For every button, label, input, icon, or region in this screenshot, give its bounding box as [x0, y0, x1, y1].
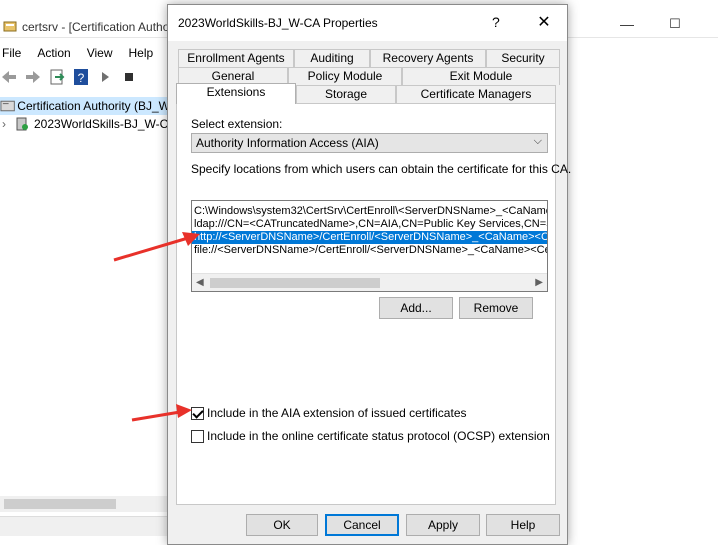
tab-certificate-managers[interactable]: Certificate Managers	[396, 85, 556, 103]
mmc-title: certsrv - [Certification Authority	[22, 20, 186, 34]
chevron-right-icon[interactable]: ›	[2, 117, 14, 131]
annotation-arrow-aia-checkbox	[131, 404, 192, 422]
stop-service-icon[interactable]	[120, 68, 138, 86]
forward-icon[interactable]	[24, 68, 42, 86]
select-extension-label: Select extension:	[191, 117, 283, 131]
aia-checkbox-row[interactable]: Include in the AIA extension of issued c…	[191, 406, 467, 420]
svg-text:?: ?	[78, 71, 85, 85]
close-icon[interactable]: ✕	[534, 12, 554, 32]
tree-horizontal-scrollbar[interactable]	[0, 496, 168, 512]
extensions-panel: Select extension: Authority Information …	[176, 103, 571, 505]
help-icon[interactable]: ?	[492, 14, 500, 30]
menu-help[interactable]: Help	[127, 44, 162, 64]
ocsp-checkbox-label: Include in the online certificate status…	[207, 429, 550, 443]
cancel-button[interactable]: Cancel	[325, 514, 399, 536]
ca-server-icon	[16, 117, 28, 131]
tree-item-ca[interactable]: › 2023WorldSkills-BJ_W-CA	[0, 115, 176, 133]
certsrv-app-icon	[3, 21, 17, 32]
tab-exit-module[interactable]: Exit Module	[402, 67, 560, 85]
ok-button[interactable]: OK	[246, 514, 318, 536]
minimize-icon[interactable]: —	[618, 16, 636, 32]
scrollbar-thumb[interactable]	[210, 278, 380, 288]
scroll-right-icon[interactable]: ▶	[535, 277, 543, 288]
maximize-icon[interactable]: ☐	[666, 16, 684, 32]
help-icon[interactable]: ?	[72, 68, 90, 86]
scrollbar-thumb[interactable]	[4, 499, 116, 509]
chevron-down-icon[interactable]: ⌵	[534, 135, 542, 148]
scroll-left-icon[interactable]: ◀	[196, 277, 204, 288]
back-icon[interactable]	[0, 68, 18, 86]
list-horizontal-scrollbar[interactable]: ◀ ▶	[192, 273, 547, 291]
locations-list[interactable]: C:\Windows\system32\CertSrv\CertEnroll\<…	[191, 200, 548, 292]
tab-auditing[interactable]: Auditing	[294, 49, 370, 67]
start-service-icon[interactable]	[96, 68, 114, 86]
tab-enrollment-agents[interactable]: Enrollment Agents	[178, 49, 294, 67]
dialog-title-bar: 2023WorldSkills-BJ_W-CA Properties ? ✕	[168, 5, 567, 41]
help-button[interactable]: Help	[486, 514, 560, 536]
tree-item-ca-root[interactable]: Certification Authority (BJ_W	[0, 97, 170, 115]
list-item[interactable]: ldap:///CN=<CATruncatedName>,CN=AIA,CN=P…	[192, 218, 547, 231]
menu-action[interactable]: Action	[35, 44, 78, 64]
annotation-arrow-location	[113, 232, 200, 262]
aia-checkbox-label: Include in the AIA extension of issued c…	[207, 406, 467, 420]
tab-storage[interactable]: Storage	[296, 85, 396, 103]
extension-description: Specify locations from which users can o…	[191, 162, 572, 176]
list-item[interactable]: file://<ServerDNSName>/CertEnroll/<Serve…	[192, 244, 547, 257]
list-item[interactable]: C:\Windows\system32\CertSrv\CertEnroll\<…	[192, 205, 547, 218]
remove-button[interactable]: Remove	[459, 297, 533, 319]
extension-select[interactable]: Authority Information Access (AIA) ⌵	[191, 133, 548, 153]
tab-policy-module[interactable]: Policy Module	[288, 67, 402, 85]
tab-security[interactable]: Security	[486, 49, 560, 67]
mmc-menu-bar: File Action View Help	[0, 44, 167, 64]
status-bar	[0, 516, 168, 536]
menu-view[interactable]: View	[85, 44, 121, 64]
list-item-selected[interactable]: http://<ServerDNSName>/CertEnroll/<Serve…	[192, 231, 547, 244]
extension-select-value: Authority Information Access (AIA)	[196, 136, 379, 150]
export-list-icon[interactable]	[48, 68, 66, 86]
tab-extensions[interactable]: Extensions	[176, 83, 296, 104]
menu-file[interactable]: File	[0, 44, 29, 64]
dialog-title: 2023WorldSkills-BJ_W-CA Properties	[178, 16, 378, 30]
add-button[interactable]: Add...	[379, 297, 453, 319]
ocsp-checkbox-row[interactable]: Include in the online certificate status…	[191, 429, 550, 443]
ocsp-checkbox[interactable]	[191, 429, 204, 443]
certificate-authority-icon	[0, 100, 15, 112]
tree-root-label: Certification Authority (BJ_W	[17, 99, 170, 113]
apply-button[interactable]: Apply	[406, 514, 480, 536]
tree-child-label: 2023WorldSkills-BJ_W-CA	[34, 117, 177, 131]
properties-dialog: 2023WorldSkills-BJ_W-CA Properties ? ✕ E…	[167, 4, 571, 545]
tab-recovery-agents[interactable]: Recovery Agents	[370, 49, 486, 67]
